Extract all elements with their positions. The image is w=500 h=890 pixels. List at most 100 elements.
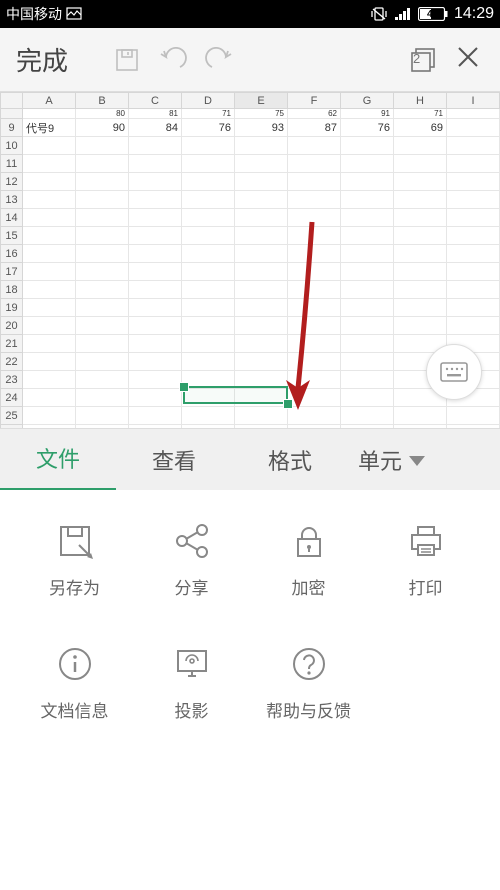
cell[interactable] <box>447 281 500 299</box>
cell[interactable] <box>129 191 182 209</box>
menu-save-as[interactable]: 另存为 <box>16 518 133 599</box>
cell[interactable] <box>341 407 394 425</box>
cell[interactable] <box>76 209 129 227</box>
row-header[interactable]: 21 <box>1 335 23 353</box>
cell[interactable] <box>182 155 235 173</box>
keyboard-fab[interactable] <box>426 344 482 400</box>
cell[interactable] <box>23 425 76 429</box>
cell[interactable] <box>23 209 76 227</box>
cell[interactable] <box>182 209 235 227</box>
cell[interactable] <box>76 245 129 263</box>
cell[interactable] <box>288 389 341 407</box>
cell[interactable] <box>129 407 182 425</box>
cell[interactable] <box>235 245 288 263</box>
row-header[interactable]: 20 <box>1 317 23 335</box>
cell[interactable] <box>394 191 447 209</box>
cell[interactable] <box>76 173 129 191</box>
cell[interactable] <box>129 317 182 335</box>
cell[interactable] <box>341 353 394 371</box>
menu-help[interactable]: 帮助与反馈 <box>250 641 367 722</box>
cell[interactable] <box>182 317 235 335</box>
cell[interactable] <box>341 155 394 173</box>
row-header[interactable]: 23 <box>1 371 23 389</box>
cell[interactable] <box>235 191 288 209</box>
cell[interactable] <box>288 425 341 429</box>
col-header-G[interactable]: G <box>341 93 394 109</box>
col-header-B[interactable]: B <box>76 93 129 109</box>
cell[interactable] <box>394 137 447 155</box>
cell[interactable] <box>447 155 500 173</box>
cell[interactable] <box>394 407 447 425</box>
cell[interactable] <box>23 173 76 191</box>
save-icon[interactable] <box>104 37 150 83</box>
cell[interactable]: 81 <box>129 109 182 119</box>
cell[interactable]: 90 <box>76 119 129 137</box>
cell[interactable] <box>288 299 341 317</box>
cell[interactable] <box>182 173 235 191</box>
cell[interactable] <box>129 173 182 191</box>
cell[interactable] <box>341 425 394 429</box>
cell[interactable] <box>288 407 341 425</box>
cell[interactable]: 87 <box>288 119 341 137</box>
row-header[interactable]: 10 <box>1 137 23 155</box>
cell[interactable] <box>447 191 500 209</box>
cell[interactable]: 71 <box>182 109 235 119</box>
cell[interactable] <box>129 353 182 371</box>
col-header-F[interactable]: F <box>288 93 341 109</box>
cell[interactable] <box>129 371 182 389</box>
menu-doc-info[interactable]: 文档信息 <box>16 641 133 722</box>
cell[interactable] <box>341 227 394 245</box>
cell[interactable] <box>394 245 447 263</box>
col-header-E[interactable]: E <box>235 93 288 109</box>
cell[interactable] <box>182 353 235 371</box>
cell[interactable] <box>288 353 341 371</box>
cell[interactable] <box>394 299 447 317</box>
cell[interactable] <box>23 371 76 389</box>
cell[interactable] <box>288 281 341 299</box>
row-header[interactable]: 25 <box>1 407 23 425</box>
cell[interactable] <box>288 155 341 173</box>
cell[interactable] <box>288 263 341 281</box>
cell[interactable] <box>447 299 500 317</box>
cell[interactable] <box>394 425 447 429</box>
cell[interactable] <box>341 389 394 407</box>
cell[interactable] <box>129 245 182 263</box>
cell[interactable] <box>129 227 182 245</box>
cell[interactable] <box>288 317 341 335</box>
cell[interactable] <box>235 425 288 429</box>
row-header[interactable]: 14 <box>1 209 23 227</box>
row-header[interactable]: 15 <box>1 227 23 245</box>
cell[interactable] <box>76 137 129 155</box>
cell[interactable] <box>394 263 447 281</box>
corner-cell[interactable] <box>1 93 23 109</box>
cell[interactable] <box>23 155 76 173</box>
cell[interactable] <box>447 173 500 191</box>
cell[interactable] <box>341 137 394 155</box>
cell[interactable] <box>235 263 288 281</box>
cell[interactable] <box>76 155 129 173</box>
cell[interactable] <box>235 371 288 389</box>
row-header[interactable]: 13 <box>1 191 23 209</box>
cell[interactable] <box>288 335 341 353</box>
cell[interactable] <box>341 263 394 281</box>
cell[interactable] <box>447 227 500 245</box>
row-header[interactable]: 11 <box>1 155 23 173</box>
cell[interactable] <box>341 335 394 353</box>
col-header-A[interactable]: A <box>23 93 76 109</box>
cell[interactable] <box>447 245 500 263</box>
cell[interactable] <box>76 191 129 209</box>
pages-icon[interactable]: 2 <box>400 37 446 83</box>
redo-icon[interactable] <box>196 37 242 83</box>
undo-icon[interactable] <box>150 37 196 83</box>
row-header[interactable]: 12 <box>1 173 23 191</box>
menu-cast[interactable]: 投影 <box>133 641 250 722</box>
col-header-H[interactable]: H <box>394 93 447 109</box>
row-header[interactable]: 19 <box>1 299 23 317</box>
cell[interactable] <box>76 371 129 389</box>
close-button[interactable] <box>446 43 490 77</box>
row-header[interactable]: 9 <box>1 119 23 137</box>
cell[interactable] <box>76 263 129 281</box>
cell[interactable] <box>129 299 182 317</box>
cell[interactable]: 76 <box>182 119 235 137</box>
cell[interactable]: 93 <box>235 119 288 137</box>
